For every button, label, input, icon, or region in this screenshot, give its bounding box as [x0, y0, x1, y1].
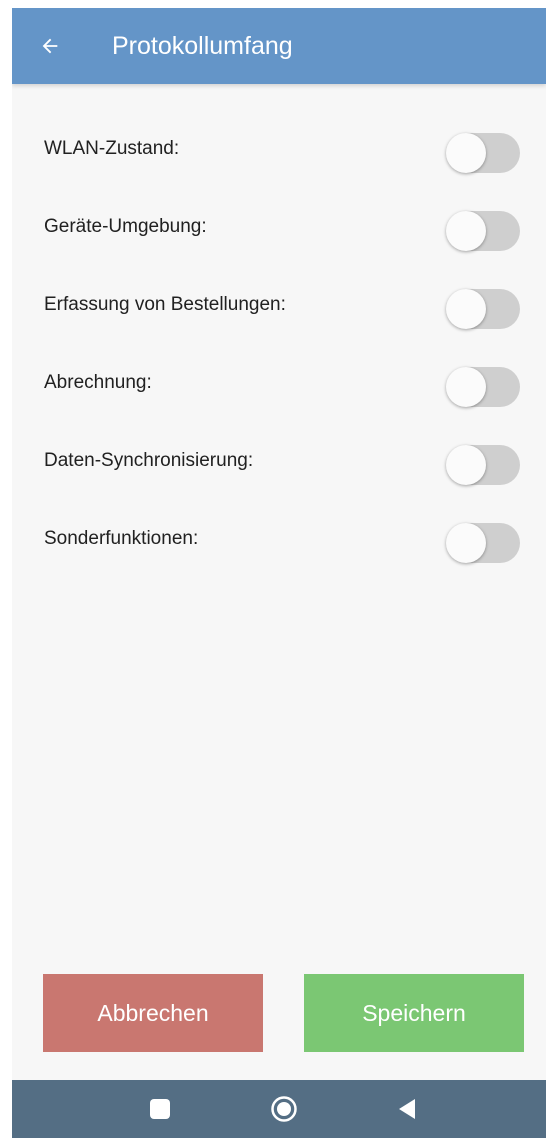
setting-row-geraete-umgebung: Geräte-Umgebung:	[12, 194, 546, 272]
setting-label: Sonderfunktionen:	[44, 528, 199, 549]
nav-back-button[interactable]	[387, 1089, 427, 1129]
sonderfunktionen-toggle[interactable]	[444, 520, 522, 566]
recent-apps-button[interactable]	[140, 1089, 180, 1129]
triangle-back-icon	[399, 1099, 415, 1119]
arrow-left-icon	[42, 38, 58, 54]
save-button[interactable]: Speichern	[304, 974, 524, 1052]
cancel-button[interactable]: Abbrechen	[43, 974, 263, 1052]
geraete-umgebung-toggle[interactable]	[444, 208, 522, 254]
setting-row-abrechnung: Abrechnung:	[12, 350, 546, 428]
toggle-thumb	[446, 523, 486, 563]
home-button[interactable]	[264, 1089, 304, 1129]
abrechnung-toggle[interactable]	[444, 364, 522, 410]
toggle-thumb	[446, 289, 486, 329]
settings-list: WLAN-Zustand: Geräte-Umgebung: Erfassung…	[12, 116, 546, 584]
system-nav-bar	[12, 1080, 546, 1138]
wlan-zustand-toggle[interactable]	[444, 130, 522, 176]
setting-label: Abrechnung:	[44, 372, 152, 393]
erfassung-von-bestellungen-toggle[interactable]	[444, 286, 522, 332]
setting-row-erfassung-von-bestellungen: Erfassung von Bestellungen:	[12, 272, 546, 350]
toggle-thumb	[446, 211, 486, 251]
toggle-thumb	[446, 133, 486, 173]
toggle-thumb	[446, 367, 486, 407]
setting-label: Erfassung von Bestellungen:	[44, 294, 286, 315]
back-button[interactable]	[28, 26, 72, 66]
setting-label: Geräte-Umgebung:	[44, 216, 207, 237]
screen: Protokollumfang WLAN-Zustand: Geräte-Umg…	[12, 8, 546, 1138]
setting-label: Daten-Synchronisierung:	[44, 450, 254, 471]
page-title: Protokollumfang	[112, 32, 293, 60]
daten-synchronisierung-toggle[interactable]	[444, 442, 522, 488]
setting-row-daten-synchronisierung: Daten-Synchronisierung:	[12, 428, 546, 506]
app-bar: Protokollumfang	[12, 8, 546, 84]
setting-row-sonderfunktionen: Sonderfunktionen:	[12, 506, 546, 584]
square-icon	[150, 1099, 170, 1119]
setting-row-wlan-zustand: WLAN-Zustand:	[12, 116, 546, 194]
circle-home-icon	[271, 1096, 297, 1122]
toggle-thumb	[446, 445, 486, 485]
setting-label: WLAN-Zustand:	[44, 138, 180, 159]
